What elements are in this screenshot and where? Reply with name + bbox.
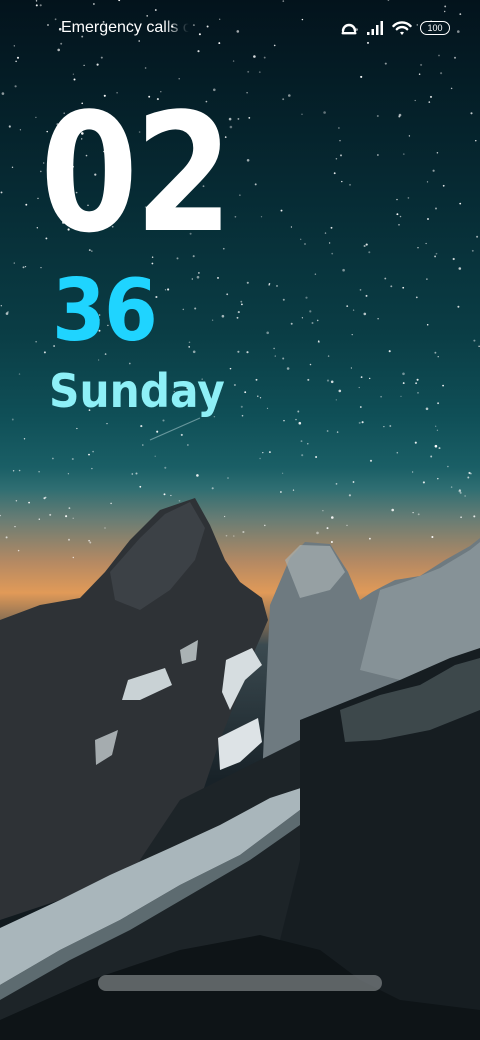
battery-icon: 100 <box>420 21 450 35</box>
status-icons: 100 <box>340 18 450 38</box>
status-bar: Emergency calls o 100 <box>0 0 480 56</box>
clock-hour: 02 <box>40 78 233 269</box>
wifi-icon <box>392 20 412 36</box>
data-saver-icon <box>340 20 358 36</box>
home-indicator-bar[interactable] <box>98 975 382 991</box>
battery-level: 100 <box>427 22 443 33</box>
mountain-wallpaper <box>0 498 480 1040</box>
weekday-label: Sunday <box>49 364 225 418</box>
clock-minute: 36 <box>52 261 158 361</box>
carrier-label: Emergency calls o <box>61 19 189 36</box>
lock-screen[interactable]: Emergency calls o 100 02 36 Sunday <box>0 0 480 1040</box>
signal-icon <box>366 20 384 36</box>
